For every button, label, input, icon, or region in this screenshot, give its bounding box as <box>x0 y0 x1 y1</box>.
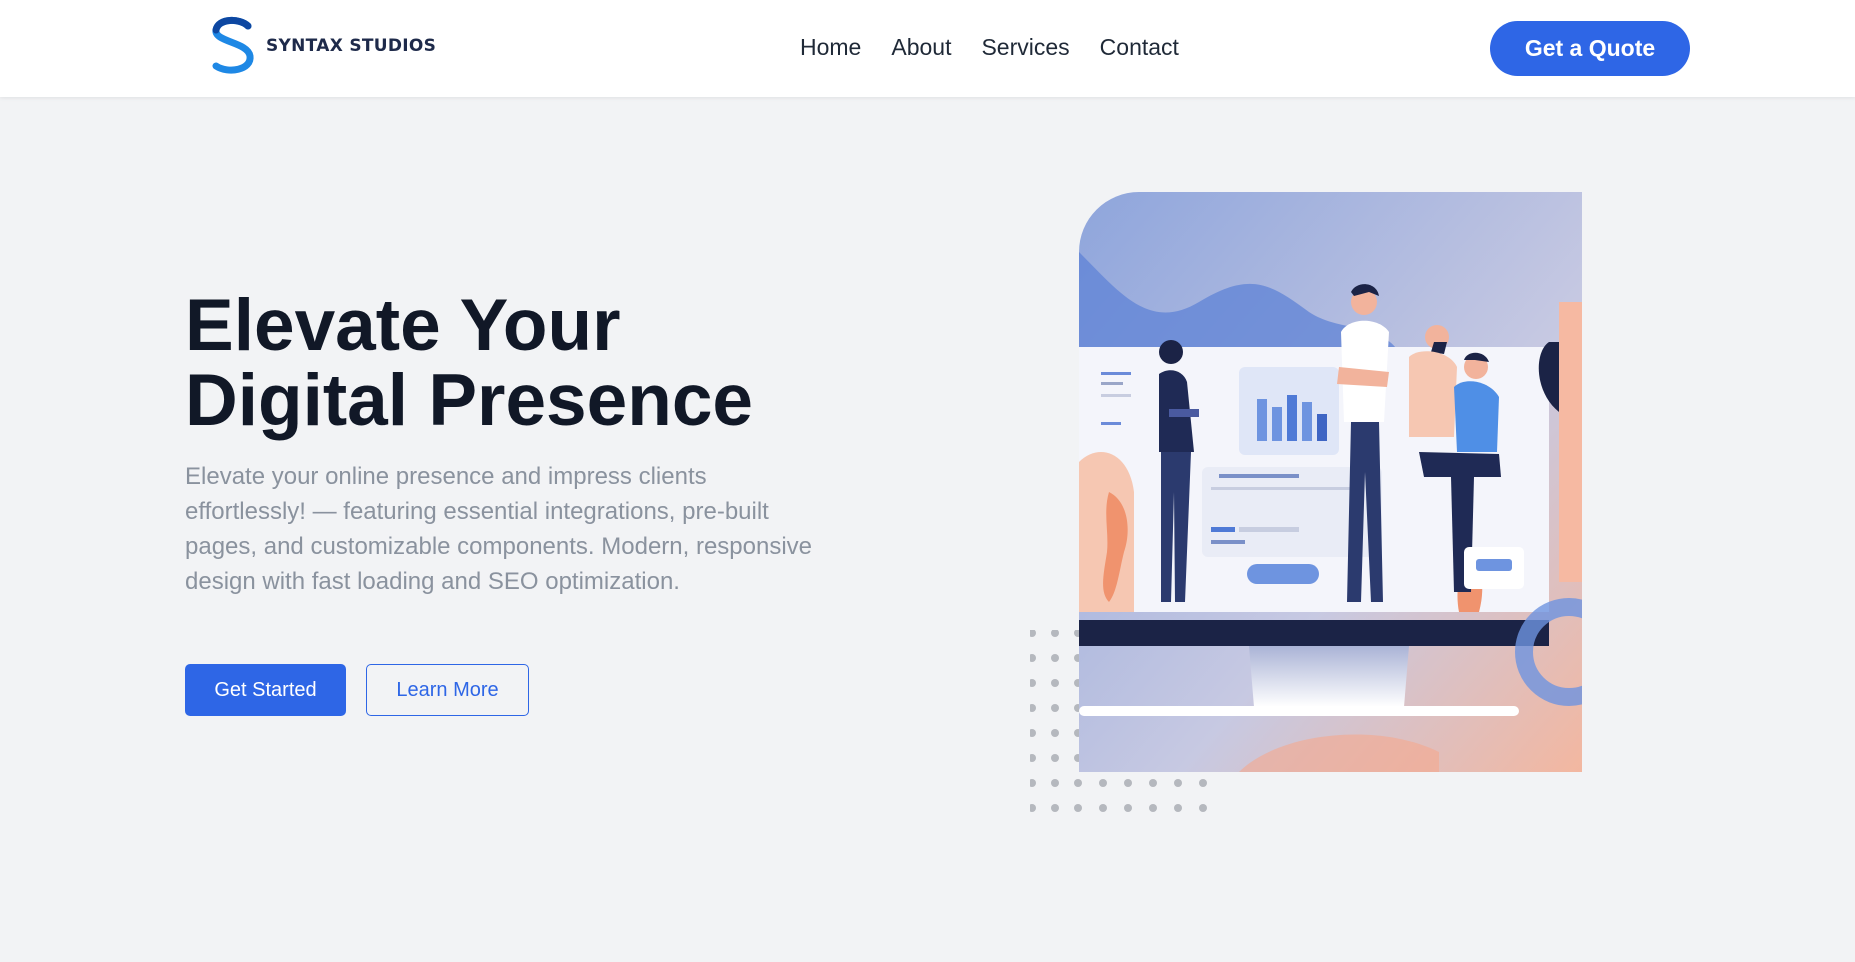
hero-description: Elevate your online presence and impress… <box>185 463 813 595</box>
nav-about[interactable]: About <box>891 34 951 61</box>
hero-title-line1: Elevate Your <box>185 285 621 366</box>
nav-services[interactable]: Services <box>981 34 1069 61</box>
s-logo-icon <box>212 17 254 74</box>
get-quote-button[interactable]: Get a Quote <box>1490 21 1690 76</box>
brand-logo[interactable]: SYNTAX STUDIOS <box>208 16 436 76</box>
hero-illustration <box>1079 192 1582 772</box>
top-navbar: SYNTAX STUDIOS Home About Services Conta… <box>0 0 1855 97</box>
main-nav: Home About Services Contact <box>800 34 1209 61</box>
nav-home[interactable]: Home <box>800 34 861 61</box>
hero-title-line2: Digital Presence <box>185 360 754 441</box>
hero-title: Elevate Your Digital Presence <box>185 288 825 438</box>
learn-more-button[interactable]: Learn More <box>366 664 529 716</box>
nav-contact[interactable]: Contact <box>1100 34 1179 61</box>
brand-name: SYNTAX STUDIOS <box>266 36 437 56</box>
get-started-button[interactable]: Get Started <box>185 664 346 716</box>
